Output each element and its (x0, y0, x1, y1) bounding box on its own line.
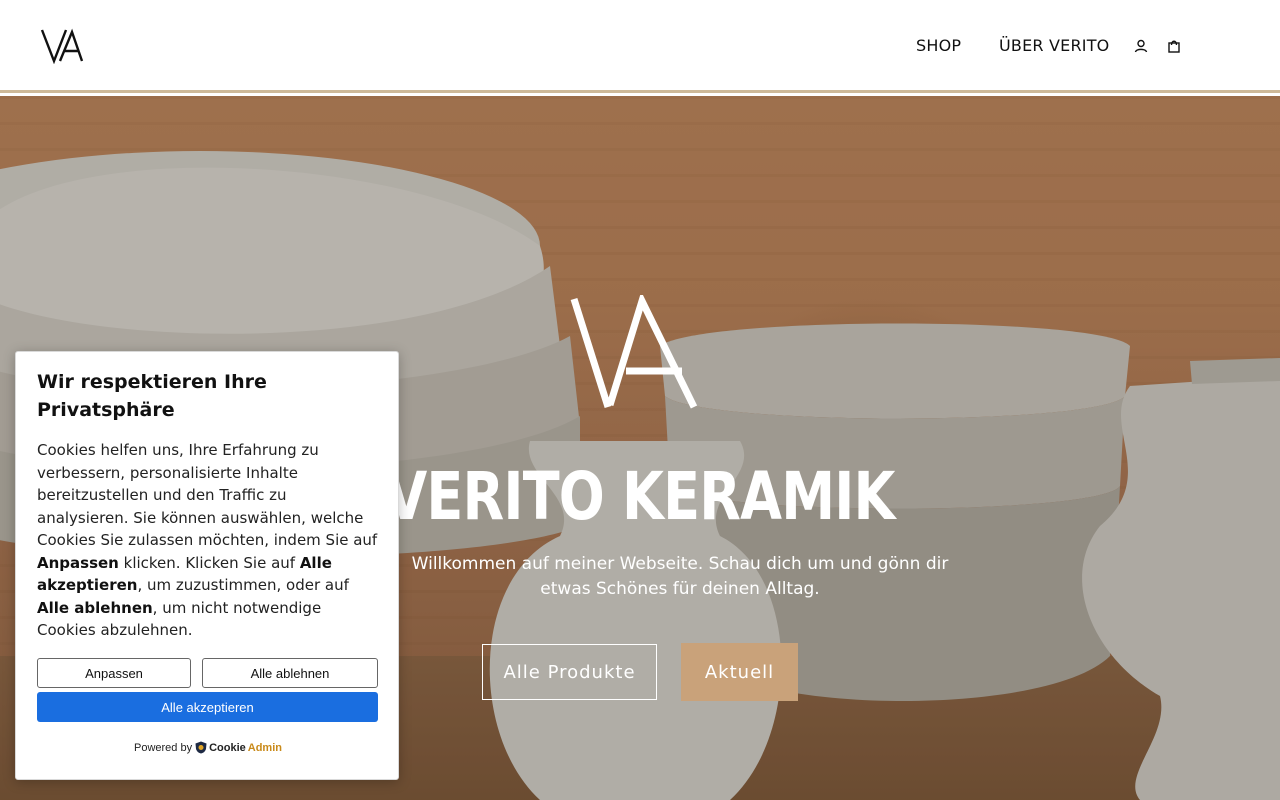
shopping-bag-icon[interactable] (1166, 38, 1182, 54)
nav-shop[interactable]: SHOP (916, 36, 961, 55)
va-logo[interactable] (40, 28, 84, 64)
cookie-text-bold: Anpassen (37, 553, 119, 572)
brand-cookie: Cookie (209, 741, 246, 754)
shield-icon (195, 741, 207, 754)
cookie-text-part: Cookies helfen uns, Ihre Erfahrung zu ve… (37, 441, 378, 549)
cookie-description: Cookies helfen uns, Ihre Erfahrung zu ve… (37, 439, 382, 642)
hero-subtitle: Willkommen auf meiner Webseite. Schau di… (411, 554, 949, 599)
cookie-text-part: , um zuzustimmen, oder auf (137, 576, 349, 594)
cookieadmin-brand[interactable]: Cookie Admin (195, 741, 282, 754)
powered-by-label: Powered by (133, 741, 193, 754)
current-button[interactable]: Aktuell (681, 643, 798, 701)
cookie-consent-dialog: Wir respektieren Ihre Privatsphäre Cooki… (15, 351, 399, 780)
brand-admin: Admin (247, 741, 282, 754)
customize-button[interactable]: Anpassen (37, 658, 191, 688)
site-header: SHOP ÜBER VERITO (0, 0, 1280, 93)
user-icon[interactable] (1133, 38, 1149, 54)
nav-about-verito[interactable]: ÜBER VERITO (999, 36, 1109, 55)
powered-by: Powered by Cookie Admin (16, 741, 400, 754)
accept-all-button[interactable]: Alle akzeptieren (37, 692, 378, 722)
all-products-button[interactable]: Alle Produkte (482, 644, 657, 700)
cookie-text-bold: Alle ablehnen (37, 598, 153, 617)
reject-all-button[interactable]: Alle ablehnen (202, 658, 378, 688)
cookie-text-part: klicken. Klicken Sie auf (118, 553, 300, 572)
hero-va-logo (570, 295, 698, 409)
cookie-title: Wir respektieren Ihre Privatsphäre (37, 371, 267, 421)
